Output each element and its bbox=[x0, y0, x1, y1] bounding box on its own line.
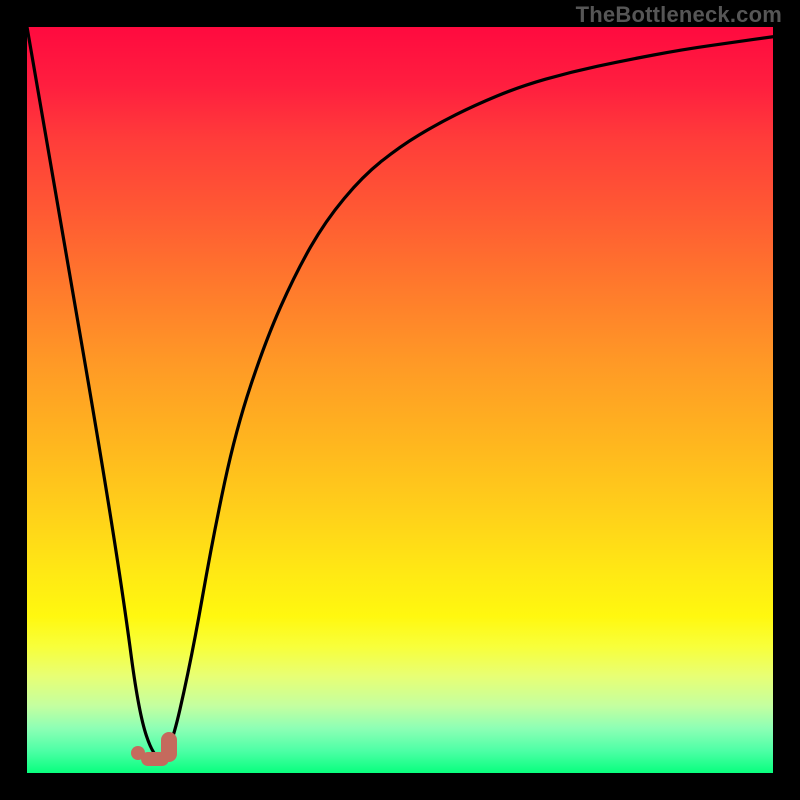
watermark-text: TheBottleneck.com bbox=[576, 2, 782, 28]
plot-area bbox=[27, 27, 773, 773]
optimal-marker bbox=[131, 746, 177, 770]
bottleneck-curve bbox=[27, 27, 773, 773]
optimal-marker-upright bbox=[161, 732, 177, 762]
chart-frame: TheBottleneck.com bbox=[0, 0, 800, 800]
